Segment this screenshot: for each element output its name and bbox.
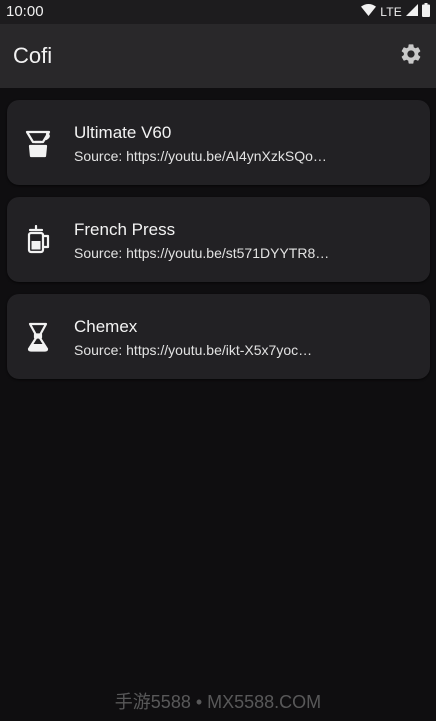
recipe-title: French Press	[74, 220, 176, 239]
app-bar: Cofi	[0, 24, 436, 88]
app-title: Cofi	[13, 43, 53, 68]
recipe-card-french-press[interactable]: French Press Source: https://youtu.be/st…	[7, 197, 430, 282]
recipe-list: Ultimate V60 Source: https://youtu.be/AI…	[7, 100, 430, 391]
recipe-card-ultimate-v60[interactable]: Ultimate V60 Source: https://youtu.be/AI…	[7, 100, 430, 185]
settings-button[interactable]	[397, 42, 425, 70]
recipe-source: Source: https://youtu.be/ikt-X5x7yoc…	[74, 342, 313, 358]
recipe-title: Chemex	[74, 317, 138, 336]
wifi-icon	[361, 3, 377, 21]
signal-icon	[406, 3, 418, 21]
recipe-source: Source: https://youtu.be/st571DYYTR8…	[74, 245, 330, 261]
v60-dripper-icon	[24, 128, 52, 158]
recipe-card-chemex[interactable]: Chemex Source: https://youtu.be/ikt-X5x7…	[7, 294, 430, 379]
watermark: 手游5588 • MX5588.COM	[114, 692, 322, 712]
status-time: 10:00	[6, 3, 44, 20]
french-press-icon	[24, 225, 52, 255]
network-type: LTE	[380, 5, 402, 19]
recipe-title: Ultimate V60	[74, 123, 172, 142]
status-icons: LTE	[361, 2, 430, 22]
recipe-source: Source: https://youtu.be/AI4ynXzkSQo…	[74, 148, 327, 164]
status-bar: 10:00 LTE	[0, 0, 436, 24]
gear-icon	[399, 42, 423, 71]
screen: 10:00 LTE Cofi Ultimate V60 Source: http…	[0, 0, 436, 721]
chemex-icon	[24, 322, 52, 352]
battery-icon	[422, 2, 430, 22]
